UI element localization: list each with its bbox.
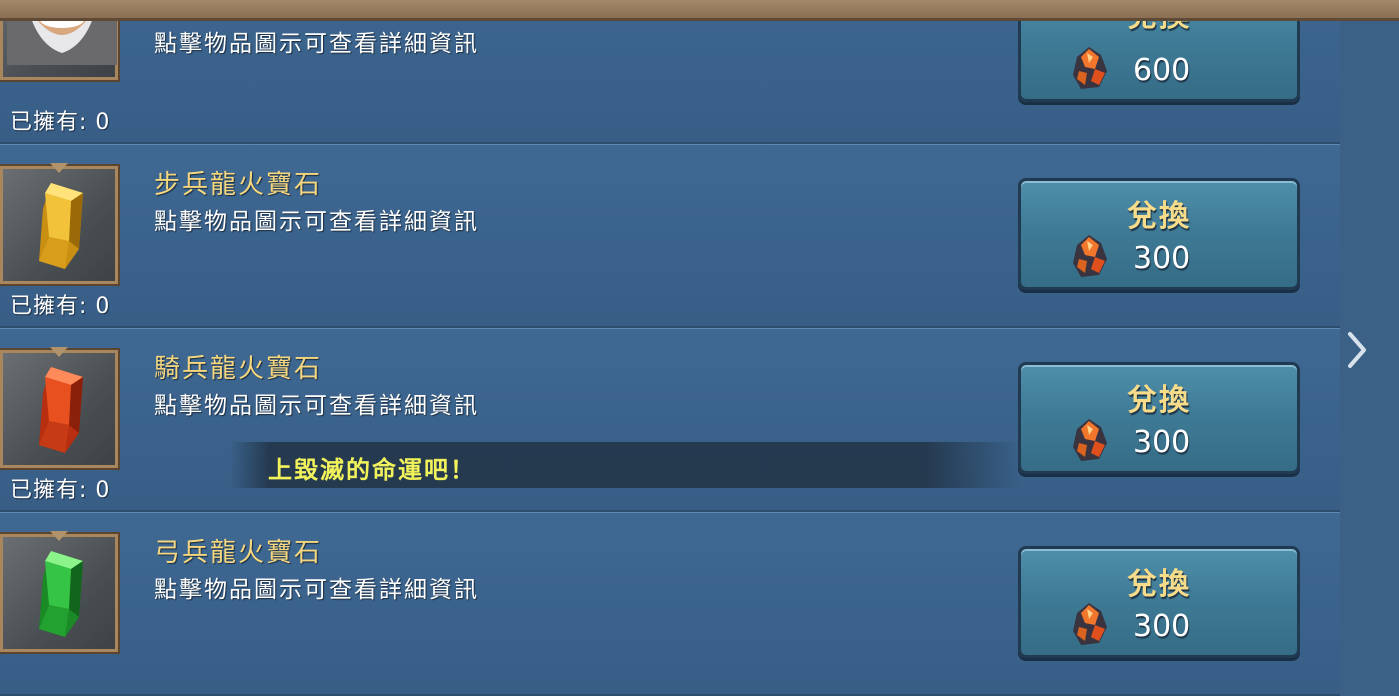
- price-value: 300: [1133, 425, 1191, 460]
- exchange-button[interactable]: 兌換 300: [1018, 362, 1300, 474]
- exchange-item-list: 已擁有: 0 點擊物品圖示可查看詳細資訊 兌換 600 已擁有:: [0, 0, 1340, 696]
- chat-scroll-banner: 上毀滅的命運吧！: [230, 442, 1020, 488]
- owned-count: 已擁有: 0: [10, 478, 111, 503]
- item-name: 弓兵龍火寶石: [154, 538, 323, 568]
- dragon-shard-icon: [1073, 419, 1107, 461]
- green-gem-icon: [39, 551, 83, 637]
- item-icon-button[interactable]: [0, 348, 120, 470]
- price-value: 300: [1133, 609, 1191, 644]
- yellow-gem-icon: [39, 183, 83, 269]
- exchange-label: 兌換: [1127, 383, 1191, 418]
- dragon-shard-icon: [1073, 47, 1107, 89]
- item-description: 點擊物品圖示可查看詳細資訊: [154, 209, 479, 235]
- item-icon-button[interactable]: [0, 164, 120, 286]
- banner-message: 上毀滅的命運吧！: [268, 456, 476, 484]
- item-description: 點擊物品圖示可查看詳細資訊: [154, 31, 479, 57]
- dragon-shard-icon: [1073, 235, 1107, 277]
- chevron-right-icon[interactable]: [1344, 330, 1370, 370]
- item-name: 騎兵龍火寶石: [154, 354, 323, 384]
- exchange-button[interactable]: 兌換 300: [1018, 178, 1300, 290]
- list-item: 已擁有: 0 步兵龍火寶石 點擊物品圖示可查看詳細資訊 兌換 300: [0, 144, 1340, 328]
- exchange-button[interactable]: 兌換 300: [1018, 546, 1300, 658]
- exchange-label: 兌換: [1127, 567, 1191, 602]
- exchange-label: 兌換: [1127, 199, 1191, 234]
- item-icon-button[interactable]: [0, 532, 120, 654]
- owned-count: 已擁有: 0: [10, 110, 111, 135]
- price-value: 600: [1133, 53, 1191, 88]
- dragon-shard-icon: [1073, 603, 1107, 645]
- list-item: 弓兵龍火寶石 點擊物品圖示可查看詳細資訊 兌換 300: [0, 512, 1340, 696]
- owned-count: 已擁有: 0: [10, 294, 111, 319]
- red-gem-icon: [39, 367, 83, 453]
- item-name: 步兵龍火寶石: [154, 170, 323, 200]
- price-value: 300: [1133, 241, 1191, 276]
- top-frame-bar: [0, 0, 1399, 21]
- item-description: 點擊物品圖示可查看詳細資訊: [154, 393, 479, 419]
- list-item: 已擁有: 0 點擊物品圖示可查看詳細資訊 兌換 600: [0, 0, 1340, 144]
- item-description: 點擊物品圖示可查看詳細資訊: [154, 577, 479, 603]
